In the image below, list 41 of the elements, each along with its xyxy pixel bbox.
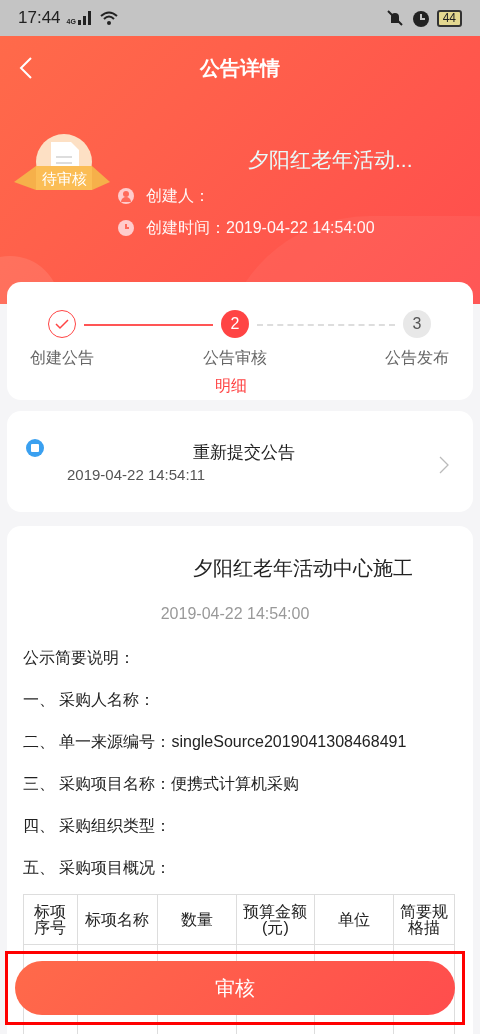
person-icon [118,188,134,204]
document-icon [26,439,44,457]
detail-link[interactable]: 明细 [215,374,247,398]
document-title: 夕阳红老年活动中心施工 [192,556,414,581]
back-icon[interactable] [18,56,34,80]
step-label: 创建公告 [29,348,95,368]
document-line: 四、 采购组织类型： [23,816,173,836]
record-time: 2019-04-22 14:54:11 [67,465,206,485]
review-button[interactable]: 审核 [15,961,455,1015]
table-header-cell: 单位 [315,895,394,945]
battery-indicator: 44 [436,9,462,27]
check-icon [55,318,69,330]
notice-name: 夕阳红老年活动... [247,147,414,173]
signal-icon [77,11,92,25]
table-header-cell: 简要规格描 [394,895,454,945]
status-time: 17:44 [18,7,61,30]
step-number: 3 [403,310,431,338]
document-line: 一、 采购人名称： [23,690,157,710]
table-header-cell: 标项名称 [77,895,157,945]
document-line: 公示简要说明： [23,648,136,668]
document-date: 2019-04-22 14:54:00 [159,604,311,624]
document-line: 五、 采购项目概况： [23,858,173,878]
muted-bell-icon [384,9,405,27]
page-title: 公告详情 [200,56,280,81]
badge-label: 待审核 [40,170,88,188]
wifi-icon [99,11,118,25]
table-header-cell: 标项序号 [24,895,77,945]
step-label: 公告发布 [384,348,450,368]
table-header-cell: 预算金额(元) [236,895,315,945]
record-title: 重新提交公告 [193,442,295,464]
record-card[interactable]: 重新提交公告 2019-04-22 14:54:11 [7,411,473,512]
step-number: 2 [221,310,249,338]
chevron-right-icon [439,456,449,474]
clock-icon [118,220,134,236]
alarm-icon [410,8,431,28]
table-header-cell: 数量 [157,895,236,945]
step-label: 公告审核 [202,348,268,368]
creator-label: 创建人： [146,186,210,206]
document-line: 三、 采购项目名称：便携式计算机采购 [23,774,301,794]
created-time: 创建时间：2019-04-22 14:54:00 [146,218,375,238]
document-line: 二、 单一来源编号：singleSource2019041308468491 [23,732,408,752]
